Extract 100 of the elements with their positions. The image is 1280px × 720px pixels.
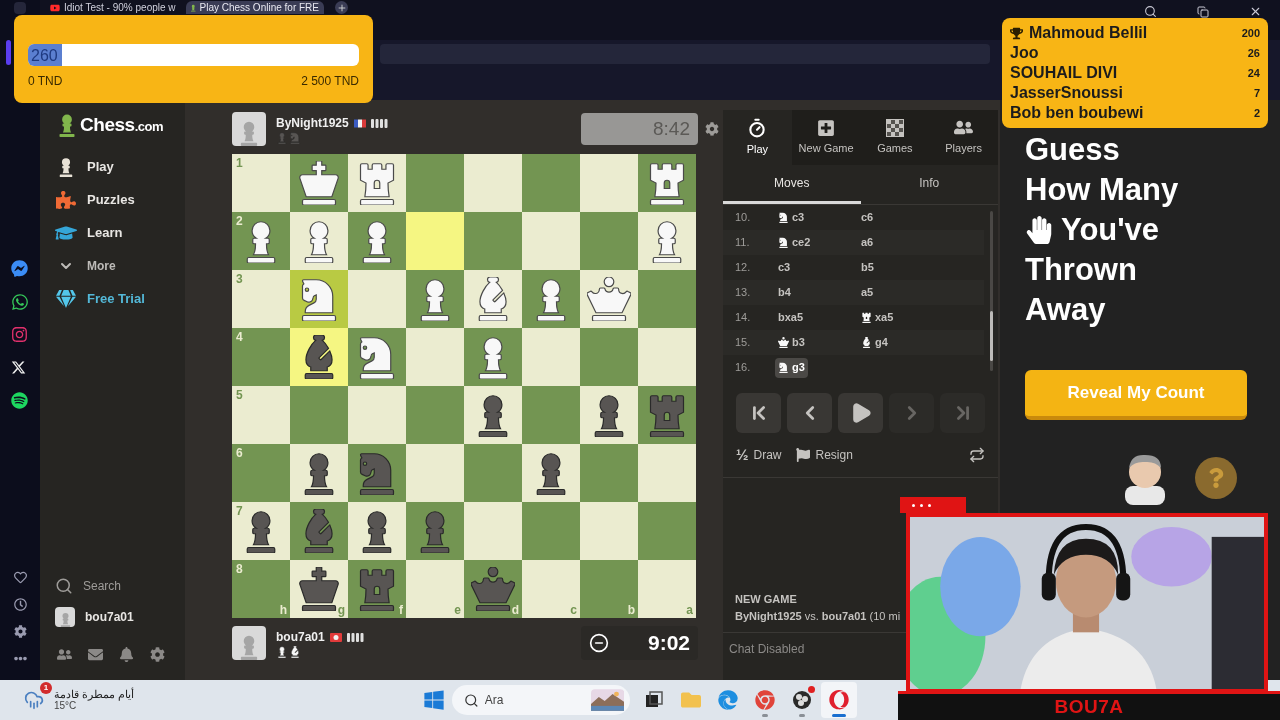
first-move-button[interactable] — [736, 393, 781, 433]
rank-label: 2 — [236, 214, 243, 228]
max-label: 2 500 TND — [301, 73, 359, 90]
board-square[interactable] — [290, 270, 348, 328]
bell-icon[interactable] — [119, 646, 134, 662]
file-label: h — [279, 603, 287, 617]
board-square[interactable] — [580, 386, 638, 444]
move[interactable]: g3 — [775, 357, 808, 378]
move[interactable]: ce2 — [775, 232, 814, 253]
queen-icon — [778, 337, 789, 348]
rank-label: 7 — [236, 504, 243, 518]
sidebar-item[interactable]: Free Trial — [40, 282, 185, 315]
browser-tab[interactable]: Idiot Test - 90% people w — [45, 1, 183, 14]
panel-tab[interactable]: Players — [929, 110, 998, 165]
sidebar-item[interactable]: Learn — [40, 216, 185, 249]
move-number: 11. — [734, 235, 751, 251]
donor-count: 200 — [1241, 25, 1260, 41]
x-icon[interactable] — [11, 360, 26, 375]
sidebar-item[interactable]: More — [40, 249, 185, 282]
move-number: 16. — [734, 360, 752, 376]
board-square[interactable] — [638, 154, 696, 212]
task-view-icon — [644, 690, 664, 710]
settings-icon[interactable] — [13, 625, 27, 638]
rank-label: 5 — [236, 388, 243, 402]
clock: 8:42 — [581, 113, 698, 145]
search-box[interactable]: Ara — [452, 685, 630, 715]
play-button[interactable] — [838, 393, 883, 433]
board-square[interactable] — [522, 444, 580, 502]
board-square[interactable] — [522, 270, 580, 328]
rank-label: 6 — [236, 446, 243, 460]
headline-text: Thrown — [1025, 251, 1137, 289]
board-square[interactable] — [348, 154, 406, 212]
browser-tab[interactable]: Play Chess Online for FRE — [186, 1, 324, 14]
board-square[interactable] — [464, 328, 522, 386]
knight-icon — [778, 212, 789, 223]
move[interactable]: c3 — [775, 207, 808, 228]
board-square[interactable] — [580, 270, 638, 328]
board-square[interactable] — [348, 212, 406, 270]
board-square[interactable] — [464, 386, 522, 444]
headline-text: You've — [1061, 211, 1160, 249]
restore-icon[interactable] — [1197, 5, 1209, 18]
board-square[interactable] — [464, 270, 522, 328]
donor-count: 26 — [1247, 45, 1260, 61]
history-icon[interactable] — [13, 598, 27, 611]
profile-link[interactable]: bou7a01 — [40, 601, 185, 632]
diamond-icon — [56, 288, 76, 309]
logo-text[interactable]: Chess.com — [80, 110, 164, 140]
start-icon[interactable] — [423, 689, 445, 711]
board-square[interactable] — [638, 212, 696, 270]
rain-cloud-icon — [24, 690, 44, 710]
game-description: ByNight1925 vs. bou7a01 (10 mi — [735, 608, 902, 624]
min-label: 0 TND — [28, 73, 63, 90]
previous-move-button[interactable] — [787, 393, 832, 433]
move-text: b3 — [792, 335, 805, 351]
file-label: e — [454, 603, 461, 617]
board-square[interactable] — [348, 328, 406, 386]
flag-icon — [795, 448, 810, 462]
draw-button[interactable]: ½ Draw — [736, 443, 782, 467]
player-name[interactable]: bou7a01 — [276, 628, 325, 646]
flip-board-icon[interactable] — [969, 447, 985, 463]
moves-tab[interactable]: Info — [860, 165, 998, 204]
move-text: xa5 — [875, 310, 894, 326]
sidebar-item[interactable]: Play — [40, 150, 185, 183]
flag-icon — [329, 632, 342, 642]
move-number: 13. — [734, 285, 752, 301]
move[interactable]: b3 — [775, 332, 808, 353]
search-field[interactable]: Ara — [484, 691, 585, 709]
whatsapp-icon[interactable] — [11, 292, 29, 311]
close-icon[interactable] — [1249, 5, 1262, 18]
search-icon[interactable] — [1144, 5, 1157, 18]
board-square[interactable] — [406, 270, 464, 328]
settings-icon[interactable] — [150, 646, 165, 662]
board-square[interactable] — [290, 154, 348, 212]
spotify-icon[interactable] — [11, 392, 28, 409]
move[interactable]: xa5 — [858, 307, 897, 328]
file-label: a — [686, 603, 693, 617]
board-square[interactable] — [348, 502, 406, 560]
new-tab-button[interactable] — [335, 1, 348, 14]
file-label: g — [337, 603, 345, 617]
avatar — [232, 112, 266, 146]
heart-icon[interactable] — [13, 571, 27, 584]
signal-icon — [370, 118, 389, 128]
mail-icon[interactable] — [88, 646, 103, 662]
search-link[interactable]: Search — [40, 571, 185, 601]
folder-icon — [681, 690, 701, 710]
board-square[interactable] — [290, 212, 348, 270]
file-label: f — [399, 603, 403, 617]
settings-icon[interactable] — [705, 122, 719, 136]
board-square[interactable] — [290, 328, 348, 386]
move[interactable]: g4 — [858, 332, 891, 353]
player-name[interactable]: ByNight1925 — [276, 114, 349, 132]
panel-tab[interactable]: New Game — [791, 110, 861, 165]
instagram-icon[interactable] — [11, 326, 28, 343]
panel-tab[interactable]: Games — [860, 110, 930, 165]
sidebar-item[interactable]: Puzzles — [40, 183, 185, 216]
donor-name: Bob ben boubewi — [1010, 103, 1144, 123]
resign-button[interactable]: Resign — [795, 446, 853, 464]
messenger-icon[interactable] — [11, 260, 28, 277]
board-square[interactable] — [290, 444, 348, 502]
friends-icon[interactable] — [57, 646, 72, 662]
